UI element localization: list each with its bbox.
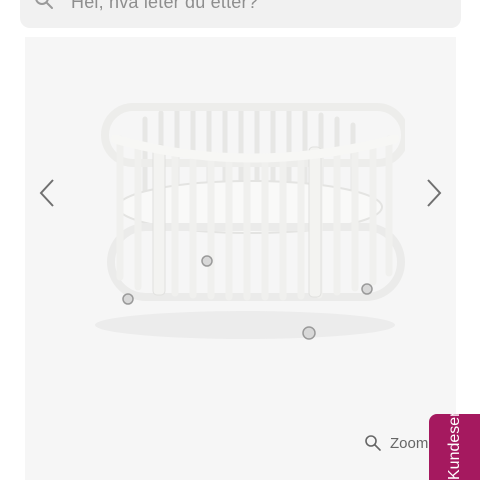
customer-service-tab[interactable]: Kundeservice — [429, 414, 480, 480]
customer-service-label: Kundeservice — [446, 414, 463, 480]
zoom-icon — [365, 435, 381, 451]
product-image-crib[interactable] — [75, 77, 405, 347]
zoom-button[interactable]: Zoom — [364, 434, 428, 452]
chevron-right-icon[interactable] — [424, 177, 444, 209]
product-image-gallery — [25, 37, 456, 480]
search-input[interactable]: Hei, hva leter du etter? — [71, 0, 258, 13]
search-icon — [35, 0, 53, 9]
zoom-label: Zoom — [390, 434, 429, 452]
chevron-left-icon[interactable] — [37, 177, 57, 209]
